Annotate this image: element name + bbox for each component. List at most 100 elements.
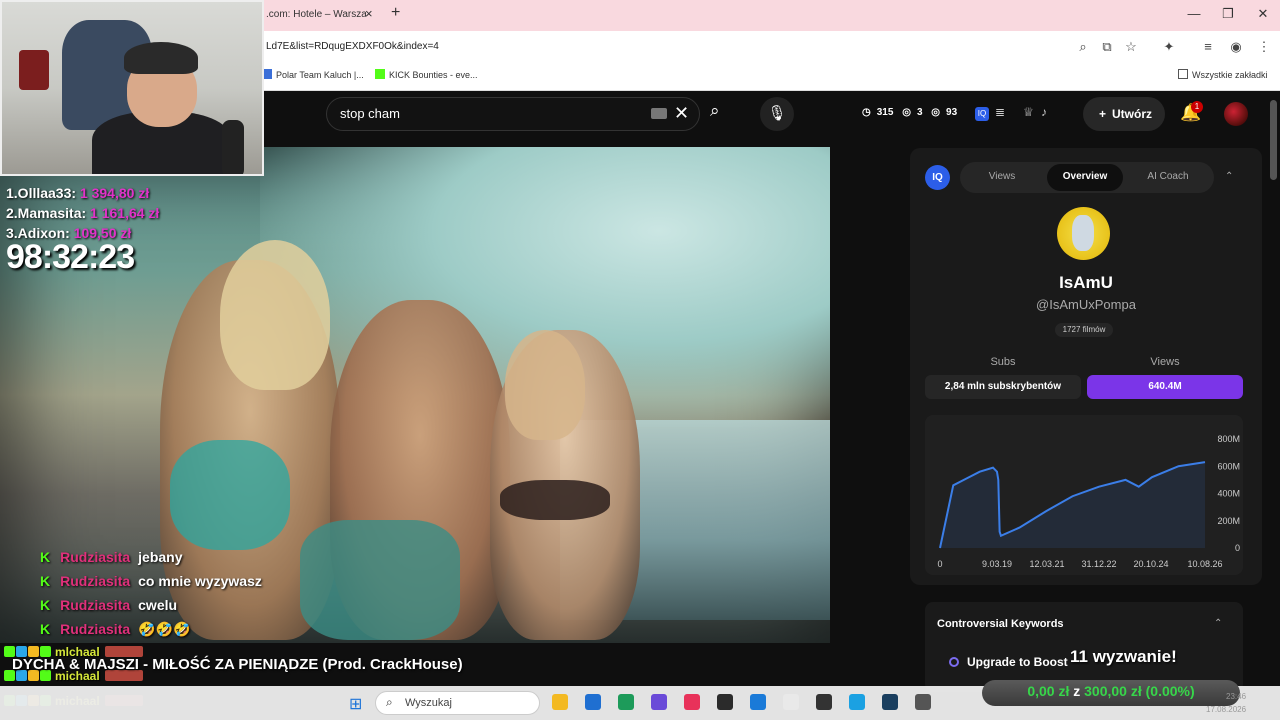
video-person-left-swimsuit (170, 440, 290, 550)
new-tab-button[interactable]: + (391, 4, 400, 22)
tab-close-icon[interactable]: × (365, 6, 373, 21)
maximize-button[interactable]: ❐ (1211, 6, 1245, 22)
channel-stats-bar: ◷ 315 ◎ 3 ◎ 93 (862, 107, 963, 118)
upgrade-icon (949, 657, 959, 667)
views-label: Views (1150, 356, 1180, 368)
upgrade-to-boost-button[interactable]: Upgrade to Boost (967, 655, 1068, 669)
close-window-button[interactable]: ✕ (1246, 6, 1280, 22)
chat-text: co mnie wyzywasz (138, 573, 262, 589)
collapse-chevron-icon[interactable]: ⌃ (1225, 171, 1233, 182)
taskbar-app-icon[interactable] (783, 694, 799, 710)
taskbar-app-icon[interactable] (618, 694, 634, 710)
media-control-icon[interactable]: ≡ (1198, 39, 1218, 54)
iq-extension-icon[interactable]: IQ (975, 107, 989, 121)
taskbar-app-icon[interactable] (915, 694, 931, 710)
tab-overview[interactable]: Overview (1045, 171, 1125, 182)
keyboard-icon[interactable] (651, 108, 667, 119)
chat-text: cwelu (138, 597, 178, 613)
clock-time: 23:46 (1226, 692, 1247, 701)
stat-views-b: 93 (946, 107, 958, 118)
taskbar-app-icon[interactable] (717, 694, 733, 710)
donation-goal-text: 0,00 zł z 300,00 zł (0.00%) (982, 683, 1240, 699)
taskbar-app-icon[interactable] (585, 694, 601, 710)
chart-y-tick-label: 400M (1217, 489, 1240, 499)
keywords-title: Controversial Keywords (937, 618, 1064, 630)
chat-username: Rudziasita (60, 549, 131, 565)
profile-avatar-icon[interactable]: ◉ (1226, 39, 1246, 55)
chart-y-tick-label: 600M (1217, 461, 1240, 471)
small-bell-icon[interactable]: ♪ (1041, 105, 1047, 119)
taskbar-app-icon[interactable] (684, 694, 700, 710)
trophy-icon[interactable]: ♕ (1023, 105, 1034, 119)
create-button[interactable]: + Utwórz (1083, 97, 1165, 131)
page-scrollbar[interactable] (1270, 100, 1277, 180)
collapse-chevron-icon[interactable]: ⌃ (1214, 618, 1222, 629)
chart-x-tick-label: 31.12.22 (1081, 559, 1116, 569)
minimize-button[interactable]: — (1177, 6, 1211, 21)
browser-menu-icon[interactable]: ⋮ (1254, 39, 1274, 55)
taskbar-search-placeholder: Wyszukaj (405, 697, 452, 709)
install-app-icon[interactable]: ⧉ (1097, 39, 1117, 55)
leaderboard-name: 1.Olllaa33: (6, 185, 77, 201)
video-person-middle-shorts (300, 520, 460, 640)
chat-message: K Rudziasita co mnie wyzywasz (40, 573, 262, 589)
goal-current: 0,00 zł (1027, 683, 1070, 699)
voice-search-button[interactable]: 🎙 (760, 97, 794, 131)
kick-badge-icon: K (40, 621, 51, 637)
stream-timer: 98:32:23 (6, 238, 135, 276)
leaderboard-amount: 1 394,80 zł (79, 185, 150, 201)
chat-username: Rudziasita (60, 573, 131, 589)
video-count-badge: 1727 filmów (1055, 323, 1113, 337)
bookmark-kick-bounties[interactable]: KICK Bounties - eve... (375, 69, 478, 80)
chart-y-tick-label: 0 (1235, 543, 1240, 553)
bookmark-star-icon[interactable]: ☆ (1121, 39, 1141, 55)
clock-date: 17.08.2026 (1206, 705, 1247, 714)
search-input[interactable] (340, 106, 640, 121)
browser-tab-title[interactable]: .com: Hotele – Warsza (266, 9, 366, 20)
taskbar-app-icon[interactable] (882, 694, 898, 710)
zoom-icon[interactable]: ⌕ (1073, 39, 1093, 55)
goal-separator: z (1073, 683, 1081, 699)
chat-username: Rudziasita (60, 621, 131, 637)
bookmark-label: Polar Team Kaluch |... (276, 70, 364, 80)
list-icon[interactable]: ≣ (995, 105, 1005, 119)
chart-area-fill (940, 462, 1205, 548)
system-clock[interactable]: 23:46 17.08.2026 (1206, 690, 1246, 716)
tab-ai-coach[interactable]: AI Coach (1128, 171, 1208, 182)
chart-x-tick-label: 0 (937, 559, 942, 569)
taskbar-app-icon[interactable] (849, 694, 865, 710)
chart-y-tick-label: 800M (1217, 434, 1240, 444)
subs-value: 2,84 mln subskrybentów (925, 375, 1081, 399)
windows-start-icon[interactable]: ⊞ (349, 694, 362, 714)
kick-badge-icon: K (40, 597, 51, 613)
chart-x-tick-label: 12.03.21 (1029, 559, 1064, 569)
account-avatar[interactable] (1224, 102, 1248, 126)
webcam-streamer-cap (124, 42, 198, 74)
eye-icon: ◎ (902, 107, 911, 118)
video-side-gap (830, 147, 896, 643)
taskbar-app-icon[interactable] (552, 694, 568, 710)
goal-target: 300,00 zł (1084, 683, 1142, 699)
goal-percent: (0.00%) (1145, 683, 1195, 699)
create-label: Utwórz (1112, 107, 1153, 121)
webcam-overlay (0, 0, 264, 176)
leaderboard-name: 2.Mamasita: (6, 205, 87, 221)
taskbar-app-icon[interactable] (750, 694, 766, 710)
tab-views[interactable]: Views (962, 171, 1042, 182)
video-person-right-bikini (500, 480, 610, 520)
all-bookmarks-folder[interactable]: Wszystkie zakładki (1178, 69, 1268, 80)
taskbar-app-icon[interactable] (651, 694, 667, 710)
extensions-icon[interactable]: ✦ (1159, 39, 1179, 55)
views-chart: 0 200M 400M 600M 800M 0 9.03.19 12.03.21 31.12.2… (937, 434, 1240, 569)
challenge-overlay: 11 wyzwanie! (1070, 647, 1177, 666)
bookmark-polar-team[interactable]: Polar Team Kaluch |... (262, 69, 364, 80)
search-button[interactable]: ⌕ (710, 101, 720, 121)
leaderboard-entry: 1.Olllaa33: 1 394,80 zł (6, 185, 149, 201)
clear-search-icon[interactable]: ✕ (674, 103, 689, 124)
chart-x-tick-label: 20.10.24 (1133, 559, 1168, 569)
subs-label: Subs (990, 356, 1016, 368)
url-field[interactable]: Ld7E&list=RDqugEXDXF0Ok&index=4 (266, 41, 439, 52)
taskbar-app-icon[interactable] (816, 694, 832, 710)
taskbar-search-box[interactable] (375, 691, 540, 715)
stat-views-a: 3 (916, 107, 923, 118)
